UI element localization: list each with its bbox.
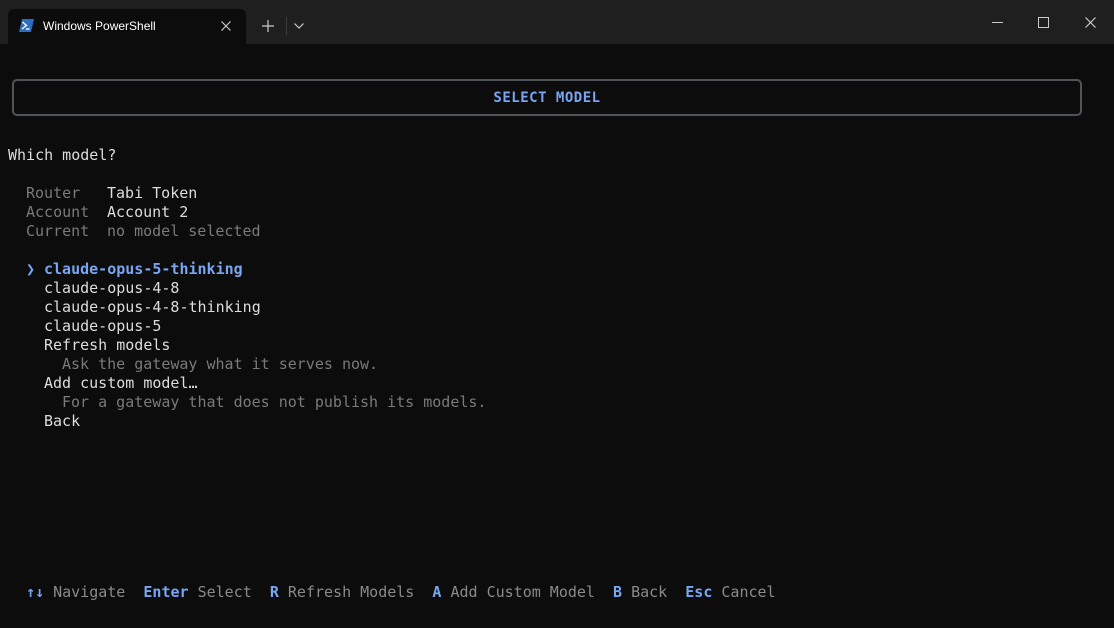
navigate-key: ↑↓ (26, 583, 45, 601)
powershell-icon (19, 19, 34, 32)
menu-item-back[interactable]: Back (44, 412, 80, 431)
menu-item-refresh-models[interactable]: Refresh models (44, 336, 170, 355)
minimize-icon[interactable] (992, 22, 1003, 23)
page-title: SELECT MODEL (493, 89, 601, 106)
current-value: no model selected (107, 222, 261, 240)
tab-windows-powershell[interactable]: Windows PowerShell (8, 9, 246, 44)
menu-item-claude-opus-5-thinking[interactable]: claude-opus-5-thinking (44, 260, 243, 279)
menu-item-claude-opus-5[interactable]: claude-opus-5 (44, 317, 161, 336)
router-label: Router (26, 184, 81, 202)
select-action: Select (197, 583, 252, 601)
refresh-models-description: Ask the gateway what it serves now. (62, 355, 379, 373)
keybinding-footer: ↑↓ Navigate Enter Select R Refresh Model… (26, 583, 776, 602)
cancel-action: Cancel (721, 583, 776, 601)
prompt-text: Which model? (8, 146, 117, 164)
maximize-icon[interactable] (1038, 17, 1049, 28)
back-action: Back (631, 583, 668, 601)
close-tab-icon[interactable] (221, 21, 231, 31)
tab-separator (286, 17, 287, 35)
title-bar: Windows PowerShell (0, 0, 1114, 44)
router-value: Tabi Token (107, 184, 198, 202)
add-custom-model-description: For a gateway that does not publish its … (62, 393, 487, 411)
add-action: Add Custom Model (450, 583, 595, 601)
selection-pointer-icon: ❯ (26, 260, 36, 278)
new-tab-icon[interactable] (262, 20, 274, 32)
back-key: B (613, 583, 623, 601)
refresh-action: Refresh Models (287, 583, 415, 601)
header-box: SELECT MODEL (12, 79, 1082, 116)
account-label: Account (26, 203, 90, 221)
menu-item-add-custom-model[interactable]: Add custom model… (44, 374, 198, 393)
menu-item-claude-opus-4-8[interactable]: claude-opus-4-8 (44, 279, 179, 298)
chevron-down-icon[interactable] (294, 23, 304, 29)
tab-title: Windows PowerShell (43, 19, 156, 33)
add-key: A (432, 583, 442, 601)
terminal-pane[interactable]: SELECT MODEL Which model? Router Tabi To… (0, 44, 1114, 628)
account-value: Account 2 (107, 203, 189, 221)
refresh-key: R (269, 583, 279, 601)
close-window-icon[interactable] (1085, 17, 1096, 28)
navigate-action: Navigate (53, 583, 126, 601)
current-label: Current (26, 222, 90, 240)
select-key: Enter (143, 583, 189, 601)
menu-item-claude-opus-4-8-thinking[interactable]: claude-opus-4-8-thinking (44, 298, 261, 317)
cancel-key: Esc (685, 583, 713, 601)
